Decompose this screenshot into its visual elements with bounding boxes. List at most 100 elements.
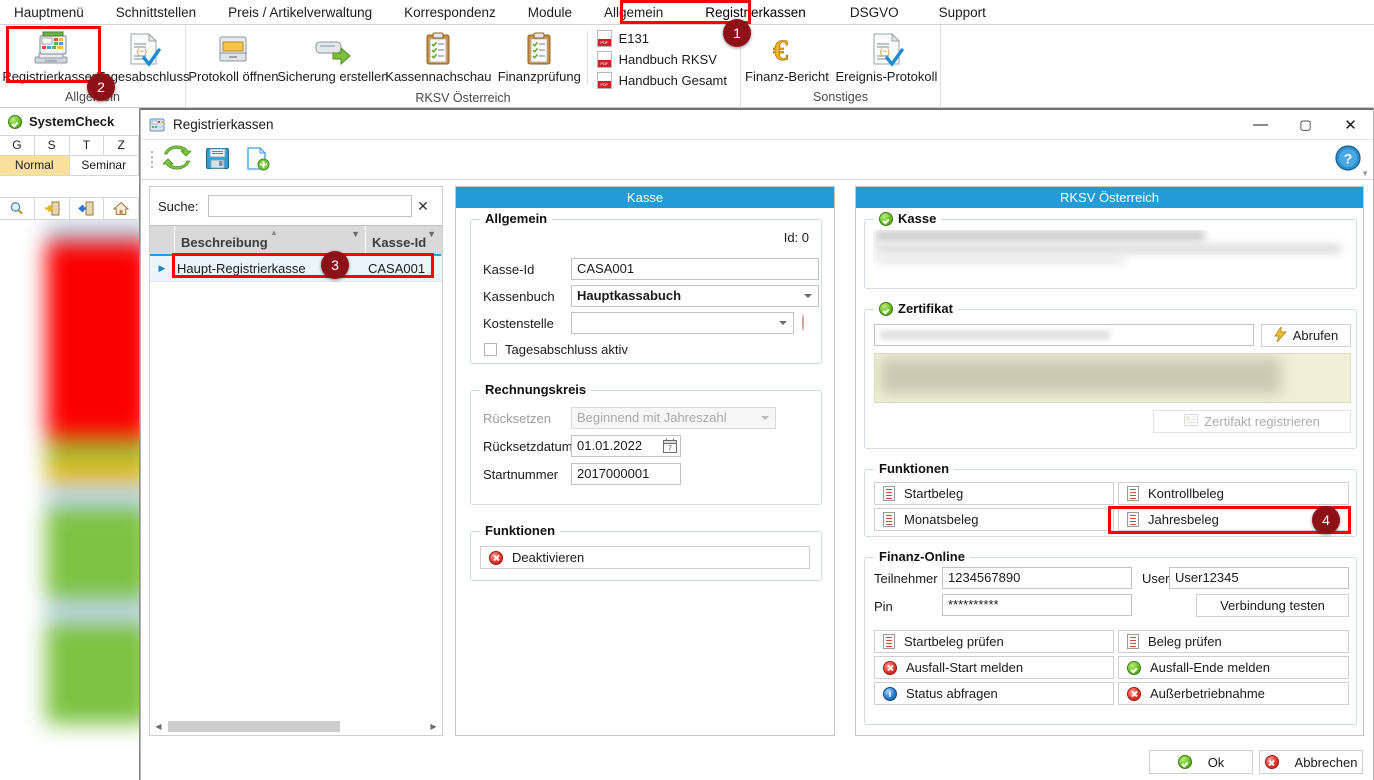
ribbon-button-label: Sicherung erstellen	[277, 69, 389, 84]
ausserbetriebnahme-button[interactable]: Außerbetriebnahme	[1118, 682, 1349, 705]
document-icon	[1127, 486, 1139, 501]
document-icon	[883, 486, 895, 501]
startnummer-input[interactable]: 2017000001	[571, 463, 681, 485]
svg-text:(~): (~)	[880, 47, 890, 56]
ribbon-button-finanzpruefung[interactable]: Finanzprüfung	[492, 27, 587, 84]
scroll-left-icon[interactable]: ◀	[151, 722, 166, 731]
chevron-down-icon	[761, 416, 769, 420]
ribbon-button-registrierkassen[interactable]: Registrierkassen	[0, 27, 101, 84]
new-button[interactable]	[240, 143, 274, 177]
pdf-icon	[596, 72, 612, 89]
check-circle-icon	[1127, 660, 1141, 675]
filter-icon[interactable]: ▼	[427, 229, 436, 239]
ribbon-tab-module[interactable]: Module	[514, 2, 586, 23]
login-door-icon[interactable]	[35, 198, 70, 219]
ribbon-link-handbuch-rksv[interactable]: Handbuch RKSV	[594, 50, 730, 69]
ausfall-start-melden-button[interactable]: Ausfall-Start melden	[874, 656, 1114, 679]
deaktivieren-button[interactable]: Deaktivieren	[480, 546, 810, 569]
svg-text:(~): (~)	[137, 47, 147, 56]
status-abfragen-button[interactable]: i Status abfragen	[874, 682, 1114, 705]
tagesabschluss-aktiv-checkbox[interactable]: Tagesabschluss aktiv	[484, 342, 628, 357]
beleg-pruefen-label: Beleg prüfen	[1148, 634, 1222, 649]
calendar-icon[interactable]: 7	[663, 438, 677, 456]
rksv-funktionen-groupbox: Funktionen Startbeleg Kontrollbeleg Mona…	[864, 461, 1357, 537]
grid-column-kasse-id[interactable]: Kasse-Id ▼	[365, 226, 441, 256]
kontrollbeleg-button[interactable]: Kontrollbeleg	[1118, 482, 1349, 505]
home-icon[interactable]	[104, 198, 139, 219]
toolbar-grip[interactable]	[149, 149, 154, 171]
verbindung-testen-button[interactable]: Verbindung testen	[1196, 594, 1349, 617]
search-input[interactable]	[208, 195, 412, 217]
ribbon-button-kassennachschau[interactable]: Kassennachschau	[385, 27, 492, 84]
row-indicator-icon: ▶	[158, 263, 166, 273]
startbeleg-pruefen-button[interactable]: Startbeleg prüfen	[874, 630, 1114, 653]
monatsbeleg-button[interactable]: Monatsbeleg	[874, 508, 1114, 531]
grid-horizontal-scrollbar[interactable]: ◀ ▶	[151, 719, 441, 734]
kasse-id-input[interactable]: CASA001	[571, 258, 819, 280]
cancel-button[interactable]: Abbrechen	[1259, 750, 1363, 774]
refresh-button[interactable]	[160, 143, 194, 177]
clear-search-icon[interactable]: ✕	[412, 198, 434, 215]
help-button[interactable]: ?	[1335, 145, 1361, 174]
scrollbar-thumb[interactable]	[168, 721, 340, 732]
systemcheck-letter-s[interactable]: S	[35, 136, 70, 155]
logout-door-icon[interactable]	[70, 198, 105, 219]
zertifikat-groupbox: Zertifikat Abrufen Zertifakt registriere…	[864, 301, 1357, 449]
ribbon-button-tagesabschluss[interactable]: (~) Tagesabschluss	[97, 27, 189, 84]
ok-button[interactable]: Ok	[1149, 750, 1253, 774]
minimize-button[interactable]: —	[1238, 110, 1283, 140]
scroll-right-icon[interactable]: ▶	[426, 722, 441, 731]
document-icon	[883, 634, 895, 649]
ribbon-button-finanz-bericht[interactable]: € Finanz-Bericht	[741, 27, 833, 84]
ausfall-ende-melden-button[interactable]: Ausfall-Ende melden	[1118, 656, 1349, 679]
user-input[interactable]: User12345	[1169, 567, 1349, 589]
ruecksetzen-value: Beginnend mit Jahreszahl	[577, 410, 727, 425]
systemcheck-letter-z[interactable]: Z	[104, 136, 139, 155]
kostenstelle-combo[interactable]	[571, 312, 794, 334]
startbeleg-label: Startbeleg	[904, 486, 964, 501]
systemcheck-mode-seminar[interactable]: Seminar	[70, 156, 139, 175]
clear-kostenstelle-button[interactable]	[802, 314, 804, 331]
ribbon-tab-hauptmenu[interactable]: Hauptmenü	[0, 2, 98, 23]
ribbon-button-sicherung-erstellen[interactable]: Sicherung erstellen	[277, 27, 389, 84]
ribbon-tab-registrierkassen[interactable]: Registrierkassen	[687, 2, 824, 23]
close-button[interactable]: ✕	[1328, 110, 1373, 140]
zertifikat-input[interactable]	[874, 324, 1254, 346]
ribbon-button-ereignis-protokoll[interactable]: (~) Ereignis-Protokoll	[833, 27, 940, 84]
window-controls: — ▢ ✕	[1238, 110, 1373, 140]
maximize-button[interactable]: ▢	[1283, 110, 1328, 140]
filter-icon[interactable]: ▼	[351, 229, 360, 239]
ribbon-tab-dsgvo[interactable]: DSGVO	[836, 2, 913, 23]
ribbon-tab-preis-artikelverwaltung[interactable]: Preis / Artikelverwaltung	[214, 2, 386, 23]
teilnehmer-input[interactable]: 1234567890	[942, 567, 1132, 589]
toolbar-overflow-icon[interactable]: ▼	[1361, 169, 1369, 178]
card-icon	[1184, 414, 1199, 429]
info-circle-icon: i	[883, 686, 897, 701]
allgemein-groupbox: Allgemein Id: 0 Kasse-Id CASA001 Kassenb…	[470, 211, 822, 364]
refresh-arrows-icon	[162, 145, 192, 174]
pin-input[interactable]: **********	[942, 594, 1132, 616]
new-document-icon	[245, 146, 270, 174]
beleg-pruefen-button[interactable]: Beleg prüfen	[1118, 630, 1349, 653]
systemcheck-mode-normal[interactable]: Normal	[0, 156, 70, 175]
grid-row-haupt-registrierkasse[interactable]: ▶ Haupt-Registrierkasse CASA001	[150, 256, 442, 282]
abrufen-button[interactable]: Abrufen	[1261, 324, 1351, 347]
ribbon-link-e131[interactable]: E131	[594, 29, 730, 48]
systemcheck-letter-t[interactable]: T	[70, 136, 105, 155]
systemcheck-letter-g[interactable]: G	[0, 136, 35, 155]
rechnungskreis-caption: Rechnungskreis	[480, 382, 592, 397]
ribbon-button-protokoll-oeffnen[interactable]: Protokoll öffnen	[186, 27, 281, 84]
scrollbar-track[interactable]	[166, 721, 426, 732]
ribbon-tab-korrespondenz[interactable]: Korrespondenz	[390, 2, 510, 23]
kassenbuch-combo[interactable]: Hauptkassabuch	[571, 285, 819, 307]
ribbon-tab-schnittstellen[interactable]: Schnittstellen	[102, 2, 210, 23]
save-button[interactable]	[200, 143, 234, 177]
ribbon-tab-allgemein[interactable]: Allgemein	[590, 2, 677, 23]
ribbon-tab-support[interactable]: Support	[925, 2, 1000, 23]
ribbon-link-handbuch-gesamt[interactable]: Handbuch Gesamt	[594, 71, 730, 90]
startbeleg-button[interactable]: Startbeleg	[874, 482, 1114, 505]
registrierkassen-list-panel: Suche: ✕ ▲ Beschreibung ▼ Kasse-Id ▼ ▶ H…	[149, 186, 443, 736]
ribbon-link-label: Handbuch Gesamt	[618, 73, 727, 88]
magnifier-icon[interactable]	[0, 198, 35, 219]
search-row: Suche: ✕	[150, 187, 442, 225]
